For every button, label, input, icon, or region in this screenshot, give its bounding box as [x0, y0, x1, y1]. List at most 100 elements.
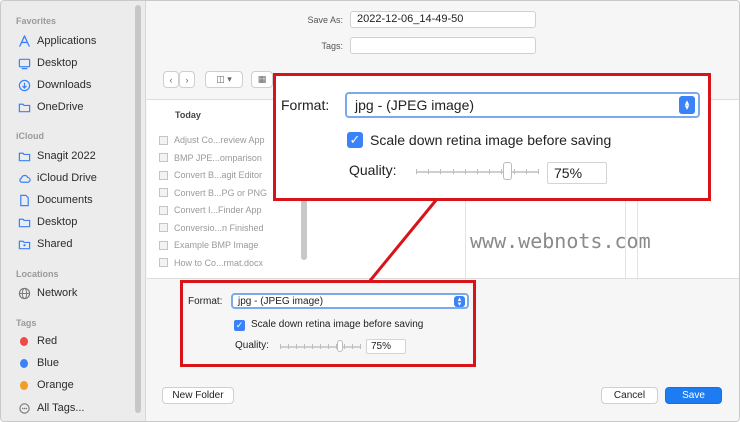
slider-tick: [328, 344, 329, 349]
columns-view-icon: ◫ ▾: [216, 74, 232, 84]
blue-tag-icon: [20, 358, 28, 368]
watermark-text: www.webnots.com: [470, 229, 651, 253]
tags-input[interactable]: [350, 37, 536, 54]
cancel-button[interactable]: Cancel: [601, 387, 658, 404]
slider-tick: [288, 344, 289, 349]
slider-tick: [416, 169, 417, 174]
sidebar-item-label: Red: [37, 335, 58, 347]
file-icon: [159, 153, 168, 162]
zoom-quality-slider-knob[interactable]: [503, 162, 512, 180]
file-icon: [159, 170, 168, 180]
list-item[interactable]: How to Co...rmat.docx: [159, 256, 299, 270]
sidebar-section-tags: Tags: [16, 318, 37, 328]
file-name: Adjust Co...review App: [174, 135, 265, 145]
slider-tick: [296, 344, 297, 349]
sidebar-section-locations: Locations: [16, 269, 59, 279]
file-name: BMP JPE...omparison: [174, 152, 262, 163]
view-mode-button[interactable]: ◫ ▾: [205, 71, 243, 88]
sidebar-item-desktop-icloud[interactable]: Desktop: [17, 213, 132, 231]
list-item[interactable]: Example BMP Image: [159, 238, 299, 252]
zoom-callout-box: Format: jpg - (JPEG image) ▴ ▾ ✓ Scale do…: [273, 73, 711, 201]
tags-icon: [17, 401, 31, 415]
sidebar-item-tag-red[interactable]: Red: [17, 332, 132, 350]
sidebar-item-label: Orange: [37, 379, 74, 391]
sidebar-scrollbar[interactable]: [135, 5, 141, 413]
sidebar-item-tag-blue[interactable]: Blue: [17, 354, 132, 372]
file-icon: [159, 240, 168, 250]
orange-tag-icon: [20, 380, 28, 390]
sidebar-item-label: iCloud Drive: [37, 172, 97, 184]
sidebar-item-icloud-drive[interactable]: iCloud Drive: [17, 169, 132, 187]
sidebar-section-icloud: iCloud: [16, 131, 44, 141]
scale-down-label: Scale down retina image before saving: [251, 319, 424, 330]
sidebar-item-all-tags[interactable]: All Tags...: [17, 399, 132, 417]
sidebar-item-label: OneDrive: [37, 101, 84, 113]
back-button[interactable]: ‹: [163, 71, 179, 88]
zoom-format-popup-value: jpg - (JPEG image): [355, 97, 475, 113]
file-name: Convert B...agit Editor: [174, 170, 263, 180]
chevron-updown-icon: ▴ ▾: [454, 296, 465, 308]
slider-tick: [304, 344, 305, 349]
format-popup[interactable]: jpg - (JPEG image) ▴ ▾: [231, 293, 469, 309]
network-icon: [17, 286, 31, 300]
document-icon: [17, 193, 31, 207]
new-folder-button[interactable]: New Folder: [162, 387, 234, 404]
chevron-right-icon: ›: [185, 74, 189, 85]
sidebar-item-label: Downloads: [37, 79, 92, 91]
zoom-scale-down-label: Scale down retina image before saving: [370, 132, 612, 148]
slider-tick: [464, 169, 466, 174]
quality-slider-knob[interactable]: [337, 340, 343, 352]
file-name: Conversio...n Finished: [174, 222, 264, 233]
zoom-scale-down-checkbox[interactable]: ✓: [347, 132, 363, 148]
sidebar-item-downloads[interactable]: Downloads: [17, 76, 132, 94]
sidebar-item-network[interactable]: Network: [17, 284, 132, 302]
file-icon: [159, 205, 168, 215]
column-header-today: Today: [175, 110, 201, 120]
zoom-quality-label: Quality:: [349, 162, 397, 178]
slider-tick: [538, 169, 539, 174]
cloud-icon: [17, 171, 31, 185]
desktop-icon: [17, 56, 31, 70]
scale-down-checkbox[interactable]: ✓: [234, 320, 245, 331]
quality-value[interactable]: 75%: [366, 339, 406, 354]
save-as-input[interactable]: 2022-12-06_14-49-50: [350, 11, 536, 28]
zoom-format-popup[interactable]: jpg - (JPEG image) ▴ ▾: [345, 92, 700, 118]
sidebar-item-label: Documents: [37, 194, 93, 206]
downloads-icon: [17, 78, 31, 92]
sidebar-section-favorites: Favorites: [16, 16, 57, 26]
sidebar-item-label: Blue: [37, 357, 60, 369]
sidebar-item-tag-orange[interactable]: Orange: [17, 376, 132, 394]
slider-tick: [312, 344, 313, 349]
sidebar-item-snagit-2022[interactable]: Snagit 2022: [17, 147, 132, 165]
sidebar-item-label: All Tags...: [37, 402, 85, 414]
list-item[interactable]: Conversio...n Finished: [159, 221, 299, 235]
group-button[interactable]: ▦: [251, 71, 273, 88]
tags-label: Tags:: [321, 41, 343, 51]
file-icon: [159, 223, 168, 232]
sidebar-item-documents[interactable]: Documents: [17, 191, 132, 209]
slider-tick: [280, 344, 281, 349]
slider-tick: [525, 169, 527, 174]
save-dialog: Favorites Applications Desktop Downloads…: [0, 0, 740, 422]
file-name: Convert B...PG or PNG: [174, 187, 268, 198]
slider-tick: [360, 344, 361, 349]
sidebar-item-label: Shared: [37, 238, 73, 250]
forward-button[interactable]: ›: [179, 71, 195, 88]
zoom-quality-value[interactable]: 75%: [547, 162, 607, 184]
shared-folder-icon: [17, 237, 31, 251]
sidebar-item-desktop[interactable]: Desktop: [17, 54, 132, 72]
grid-icon: ▦: [257, 74, 267, 84]
save-button[interactable]: Save: [665, 387, 722, 404]
format-popup-value: jpg - (JPEG image): [238, 295, 324, 307]
quality-label: Quality:: [235, 340, 269, 351]
red-tag-icon: [20, 336, 28, 346]
sidebar-item-applications[interactable]: Applications: [17, 32, 132, 50]
file-name: Example BMP Image: [174, 240, 259, 250]
sidebar-item-shared[interactable]: Shared: [17, 235, 132, 253]
slider-tick: [440, 169, 442, 174]
zoom-format-label: Format:: [281, 97, 330, 113]
sidebar-item-onedrive[interactable]: OneDrive: [17, 98, 132, 116]
zoom-checkmark-icon: ✓: [349, 132, 361, 147]
list-item[interactable]: Convert I...Finder App: [159, 203, 299, 217]
file-icon: [159, 188, 168, 197]
